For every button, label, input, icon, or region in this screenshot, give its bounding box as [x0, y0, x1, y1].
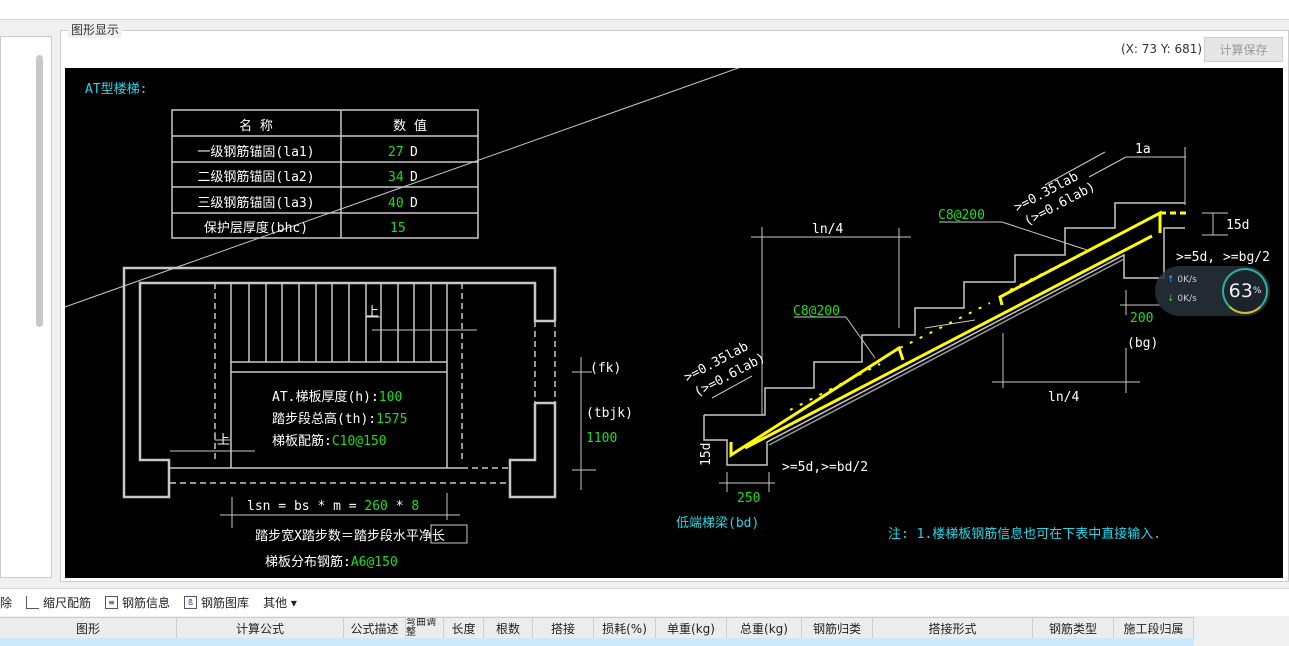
stair-drawing: AT型楼梯: 名 称 数 值 一级钢筋锚固(la1) 27 D 二级钢筋锚固(la…	[65, 68, 1270, 570]
table-header-name: 名 称	[239, 118, 273, 134]
drawing-title: AT型楼梯:	[85, 82, 147, 97]
col-count[interactable]: 根数	[484, 618, 533, 638]
c8-bottom-label: C8@200	[793, 304, 840, 319]
network-speed-widget[interactable]: ↑ 0K/s ↓ 0K/s 63%	[1155, 266, 1270, 316]
svg-text:D: D	[410, 145, 418, 160]
col-rebar-type[interactable]: 钢筋类型	[1033, 618, 1114, 638]
usage-gauge: 63%	[1222, 268, 1268, 314]
svg-text:15: 15	[390, 221, 406, 236]
ln4-left: ln/4	[812, 222, 843, 237]
other-dropdown[interactable]: 其他 ▾	[263, 594, 297, 611]
up-label: 上	[366, 305, 379, 320]
table-row: 三级钢筋锚固(la3) 40 D	[197, 195, 418, 211]
col-shape[interactable]: 图形	[0, 618, 177, 638]
arrow-up-icon: ↑	[1167, 275, 1175, 285]
rebar-table-header: 图形 计算公式 公式描述 弯曲调整 长度 根数 搭接 损耗(%) 单重(kg) …	[0, 617, 1194, 638]
rebar-info-button[interactable]: ≡ 钢筋信息	[105, 594, 170, 611]
col-section[interactable]: 施工段归属	[1114, 618, 1194, 638]
anchor-top: >=5d, >=bg/2	[1176, 250, 1270, 265]
svg-text:40: 40	[388, 196, 404, 211]
col-bend-adjust[interactable]: 弯曲调整	[406, 618, 444, 638]
lsn-formula: lsn = bs * m = 260 * 8	[247, 499, 419, 514]
download-speed: ↓ 0K/s	[1167, 294, 1197, 304]
rebar-library-button[interactable]: ß 钢筋图库	[184, 594, 249, 611]
la-label: 1a	[1135, 142, 1151, 157]
panel-title: 图形显示	[68, 21, 123, 38]
svg-text:D: D	[410, 196, 418, 211]
fk-label: (fk)	[590, 361, 621, 376]
left-scrollbar[interactable]	[36, 55, 43, 327]
col-loss[interactable]: 损耗(%)	[594, 618, 656, 638]
bd-label: 低端梯梁(bd)	[676, 516, 759, 531]
drawing-canvas: AT型楼梯: 名 称 数 值 一级钢筋锚固(la1) 27 D 二级钢筋锚固(la…	[65, 68, 1283, 578]
left-panel	[0, 36, 52, 578]
svg-text:一级钢筋锚固(la1): 一级钢筋锚固(la1)	[197, 144, 314, 160]
ruler-icon	[26, 596, 40, 609]
svg-text:二级钢筋锚固(la2): 二级钢筋锚固(la2)	[197, 169, 314, 185]
delete-button[interactable]: 除	[0, 594, 12, 611]
col-unit-weight[interactable]: 单重(kg)	[656, 618, 727, 638]
coordinate-readout: (X: 73 Y: 681)	[1121, 42, 1203, 56]
table-row: 保护层厚度(bhc) 15	[204, 220, 406, 236]
svg-text:34: 34	[388, 170, 404, 185]
col-lap[interactable]: 搭接	[533, 618, 594, 638]
formula-text: 踏步宽X踏步数＝踏步段水平净长	[255, 528, 445, 544]
svg-text:27: 27	[388, 145, 404, 160]
tbjk-value: 1100	[586, 431, 617, 446]
col-total-weight[interactable]: 总重(kg)	[727, 618, 802, 638]
arrow-down-icon: ↓	[1167, 294, 1175, 304]
table-header-value: 数 值	[393, 118, 427, 134]
bg-width: 200	[1130, 311, 1153, 326]
dist-rebar-text: 梯板分布钢筋:A6@150	[265, 554, 398, 570]
col-lap-type[interactable]: 搭接形式	[873, 618, 1033, 638]
svg-text:三级钢筋锚固(la3): 三级钢筋锚固(la3)	[197, 195, 314, 211]
upload-speed: ↑ 0K/s	[1167, 275, 1197, 285]
rebar-lines	[729, 210, 1186, 458]
up-label: 上	[217, 433, 230, 448]
bd-width: 250	[737, 491, 760, 506]
height-text: 踏步段总高(th):1575	[272, 411, 407, 427]
col-formula[interactable]: 计算公式	[177, 618, 344, 638]
info-doc-icon: ≡	[105, 596, 119, 609]
rebar-toolbar: 除 缩尺配筋 ≡ 钢筋信息 ß 钢筋图库 其他 ▾	[0, 588, 1289, 616]
rebar-text: 梯板配筋:C10@150	[272, 433, 387, 449]
anchor-bottom: >=5d,>=bd/2	[782, 460, 868, 475]
c8-top-label: C8@200	[938, 208, 985, 223]
table-row[interactable]	[0, 638, 1194, 646]
bg-label: (bg)	[1127, 336, 1158, 351]
15d-top: 15d	[1226, 218, 1249, 233]
svg-text:保护层厚度(bhc): 保护层厚度(bhc)	[204, 220, 308, 236]
library-icon: ß	[184, 596, 198, 609]
col-formula-desc[interactable]: 公式描述	[344, 618, 406, 638]
15d-bottom: 15d	[699, 443, 714, 466]
top-bar	[0, 0, 1289, 20]
table-row: 二级钢筋锚固(la2) 34 D	[197, 169, 418, 185]
table-row: 一级钢筋锚固(la1) 27 D	[197, 144, 418, 160]
plan-walls	[122, 266, 557, 499]
tbjk-label: (tbjk)	[586, 406, 633, 421]
ln4-right: ln/4	[1048, 390, 1079, 405]
note-text: 注: 1.楼梯板钢筋信息也可在下表中直接输入.	[888, 526, 1161, 542]
col-length[interactable]: 长度	[444, 618, 484, 638]
thickness-text: AT.梯板厚度(h):100	[272, 389, 402, 405]
col-category[interactable]: 钢筋归类	[802, 618, 873, 638]
stair-profile	[704, 202, 1185, 416]
calc-save-button[interactable]: 计算保存	[1204, 37, 1283, 62]
svg-text:D: D	[410, 170, 418, 185]
scale-rebar-button[interactable]: 缩尺配筋	[26, 594, 91, 611]
